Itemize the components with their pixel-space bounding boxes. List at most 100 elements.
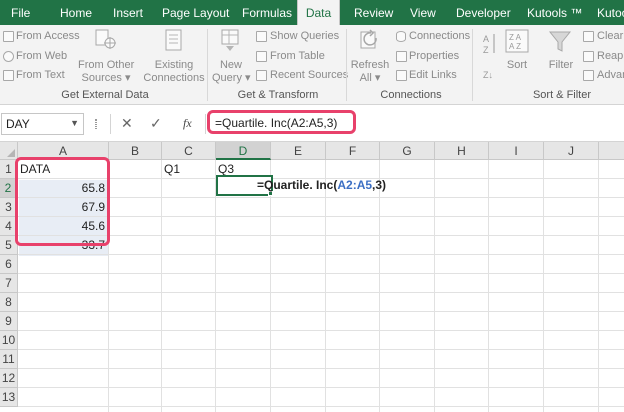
ribbon-tab-bar: File Home Insert Page Layout Formulas Da…: [0, 0, 624, 25]
column-header-i[interactable]: I: [489, 142, 544, 160]
sort-label: Sort: [506, 59, 528, 71]
tab-developer[interactable]: Developer: [456, 0, 511, 25]
row-header-10[interactable]: 10: [0, 331, 18, 350]
tab-kutools-plus[interactable]: Kutoo: [597, 0, 624, 25]
row-header-12[interactable]: 12: [0, 369, 18, 388]
clear-label: Clear: [597, 30, 624, 42]
from-other-sources-label-1: From Other: [78, 59, 135, 71]
column-header-j[interactable]: J: [544, 142, 599, 160]
column-header-b[interactable]: B: [109, 142, 162, 160]
existing-connections-icon: [165, 29, 182, 51]
row-header-9[interactable]: 9: [0, 312, 18, 331]
tab-file[interactable]: File: [11, 0, 30, 25]
in-cell-formula-prefix: =Quartile. Inc(: [257, 178, 338, 192]
in-cell-formula-range-ref: A2:A5: [337, 178, 373, 192]
gridline: [18, 292, 624, 293]
column-header-f[interactable]: F: [326, 142, 380, 160]
advanced-label: Advan: [597, 69, 624, 81]
recent-sources-label: Recent Sources: [270, 69, 349, 81]
column-header-d[interactable]: D: [216, 142, 271, 160]
formula-bar-divider: [205, 114, 206, 134]
refresh-all-label-1: Refresh: [350, 59, 390, 71]
formula-bar-grip[interactable]: [95, 119, 97, 129]
column-header-c[interactable]: C: [162, 142, 216, 160]
show-queries-label: Show Queries: [270, 30, 340, 42]
filter-funnel-icon: [548, 31, 572, 52]
connections-label: Connections: [409, 30, 471, 42]
tab-page-layout[interactable]: Page Layout: [162, 0, 229, 25]
chevron-down-icon[interactable]: ▼: [70, 118, 79, 128]
svg-text:A Z: A Z: [509, 42, 521, 51]
reapply-label: Reapp: [597, 50, 624, 62]
from-access-label: From Access: [16, 30, 80, 42]
tab-home[interactable]: Home: [60, 0, 92, 25]
enter-check-icon[interactable]: ✓: [150, 115, 162, 131]
gridline: [18, 273, 624, 274]
from-other-sources-label-2: Sources ▾: [81, 72, 131, 84]
in-cell-formula-editor[interactable]: =Quartile. Inc(A2:A5,3): [257, 176, 386, 195]
existing-connections-label-1: Existing: [154, 59, 194, 71]
svg-text:Z A: Z A: [509, 33, 522, 42]
sort-ascending-icon: A Z: [483, 34, 495, 55]
new-query-icon: [221, 29, 239, 51]
row-header-7[interactable]: 7: [0, 274, 18, 293]
gridline: [18, 387, 624, 388]
properties-label: Properties: [409, 50, 460, 62]
access-icon: [3, 31, 14, 42]
from-text-label: From Text: [16, 69, 65, 81]
insert-function-icon[interactable]: fx: [183, 116, 192, 131]
group-label-connections: Connections: [380, 89, 442, 101]
column-header-k[interactable]: [599, 142, 624, 160]
cell-c1[interactable]: Q1: [162, 160, 215, 179]
cancel-icon[interactable]: ✕: [121, 115, 133, 131]
tab-kutools[interactable]: Kutools ™: [527, 0, 582, 25]
filter-label: Filter: [548, 59, 574, 71]
clear-filter-icon: [583, 31, 594, 42]
ribbon-data: From Access From Web From Text From Othe…: [0, 25, 624, 105]
web-icon: [3, 51, 14, 62]
row-header-6[interactable]: 6: [0, 255, 18, 274]
column-header-g[interactable]: G: [380, 142, 435, 160]
sort-dialog-icon: Z A A Z: [505, 29, 529, 53]
name-box-value: DAY: [6, 117, 30, 131]
edit-links-label: Edit Links: [409, 69, 457, 81]
formula-bar-divider: [110, 114, 111, 134]
row-header-13[interactable]: 13: [0, 388, 18, 407]
name-box[interactable]: DAY ▼: [1, 113, 84, 135]
from-table-label: From Table: [270, 50, 325, 62]
row-header-8[interactable]: 8: [0, 293, 18, 312]
properties-icon: [396, 51, 407, 62]
formula-highlight-box: [207, 110, 356, 134]
column-header-h[interactable]: H: [435, 142, 489, 160]
edit-links-icon: [396, 70, 407, 81]
group-separator: [472, 29, 473, 101]
svg-text:Z: Z: [483, 45, 489, 55]
existing-connections-label-2: Connections: [143, 72, 205, 84]
other-sources-icon: [95, 29, 116, 49]
tab-formulas[interactable]: Formulas: [242, 0, 292, 25]
in-cell-formula-suffix: ,3): [372, 178, 387, 192]
tab-view[interactable]: View: [410, 0, 436, 25]
group-label-get-external-data: Get External Data: [61, 89, 149, 101]
refresh-icon: [360, 29, 377, 49]
text-file-icon: [3, 70, 14, 81]
group-separator: [346, 29, 347, 101]
group-separator: [207, 29, 208, 101]
gridline: [18, 349, 624, 350]
new-query-label-2: Query ▾: [212, 72, 251, 84]
show-queries-icon: [256, 31, 267, 42]
select-all-button[interactable]: [0, 142, 18, 160]
gridline: [18, 406, 624, 407]
reapply-icon: [583, 51, 594, 62]
refresh-all-label-2: All ▾: [359, 72, 381, 84]
tab-insert[interactable]: Insert: [113, 0, 143, 25]
row-header-11[interactable]: 11: [0, 350, 18, 369]
recent-sources-icon: [256, 70, 267, 81]
connections-icon: [396, 31, 406, 42]
tab-review[interactable]: Review: [354, 0, 393, 25]
tab-data[interactable]: Data: [297, 0, 340, 25]
group-label-get-transform: Get & Transform: [237, 89, 319, 101]
column-header-e[interactable]: E: [271, 142, 326, 160]
table-icon: [256, 51, 267, 62]
svg-text:Z↓: Z↓: [483, 70, 493, 80]
